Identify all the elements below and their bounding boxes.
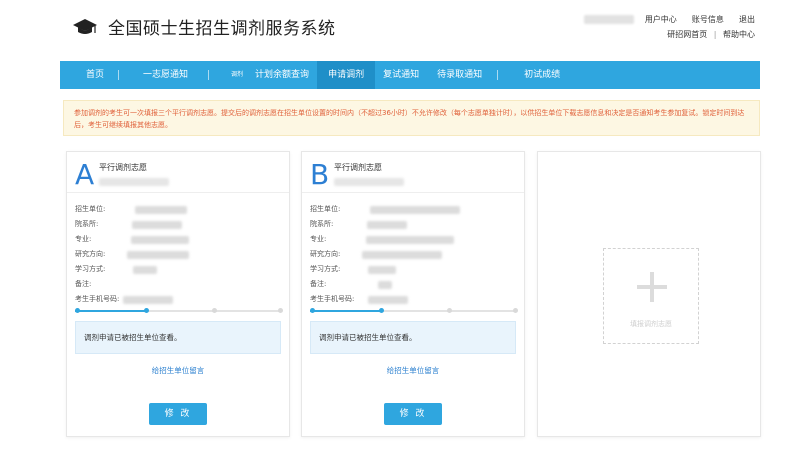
- choice-letter: A: [75, 158, 95, 191]
- field-remarks: 备注:: [310, 277, 460, 292]
- field-phone: 考生手机号码:: [75, 292, 189, 307]
- choice-card-a: A 平行调剂志愿 招生单位: 院系所: 专业: 研究方向: 学习方式: 备注: …: [66, 151, 290, 437]
- add-choice-button[interactable]: 填报调剂志愿: [603, 248, 699, 344]
- notice-banner: 参加调剂的考生可一次填报三个平行调剂志愿。提交后的调剂志愿在招生单位设置的时间内…: [63, 100, 760, 136]
- nav-retest-notice[interactable]: 复试通知: [375, 61, 429, 89]
- divider: [302, 192, 524, 193]
- choice-card-b: B 平行调剂志愿 招生单位: 院系所: 专业: 研究方向: 学习方式: 备注: …: [301, 151, 525, 437]
- info-fields: 招生单位: 院系所: 专业: 研究方向: 学习方式: 备注: 考生手机号码:: [310, 202, 461, 307]
- progress-steps: [75, 308, 283, 313]
- divider: |: [713, 30, 717, 39]
- top-links: 用户中心 账号信息 退出 研招网首页 | 帮助中心: [584, 12, 755, 42]
- field-phone: 考生手机号码:: [310, 292, 460, 307]
- account-info-link[interactable]: 账号信息: [692, 15, 724, 24]
- field-study-mode: 学习方式:: [75, 262, 189, 277]
- help-center-link[interactable]: 帮助中心: [723, 30, 755, 39]
- message-unit-link[interactable]: 给招生单位留言: [302, 365, 524, 376]
- logout-link[interactable]: 退出: [739, 15, 755, 24]
- user-center-link[interactable]: 用户中心: [645, 15, 677, 24]
- add-choice-label: 填报调剂志愿: [630, 320, 672, 328]
- nav-pending-admission-notice[interactable]: 待录取通知: [429, 61, 497, 89]
- field-research-direction: 研究方向:: [310, 247, 460, 262]
- redacted-text: [99, 178, 169, 186]
- field-research-direction: 研究方向:: [75, 247, 190, 262]
- status-message: 调剂申请已被招生单位查看。: [75, 321, 281, 354]
- message-unit-link[interactable]: 给招生单位留言: [67, 365, 289, 376]
- field-remarks: 备注:: [75, 280, 92, 288]
- card-title: 平行调剂志愿: [99, 163, 147, 172]
- yanzhao-home-link[interactable]: 研招网首页: [667, 30, 707, 39]
- edit-button[interactable]: 修 改: [149, 403, 207, 425]
- main-nav: 首页 一志愿通知 调剂 计划余额查询 申请调剂 复试通知 待录取通知 初试成绩: [60, 61, 760, 89]
- progress-steps: [310, 308, 518, 313]
- divider: [67, 192, 289, 193]
- nav-first-choice-notice[interactable]: 一志愿通知: [119, 61, 208, 89]
- field-department: 院系所:: [75, 217, 189, 232]
- status-message: 调剂申请已被招生单位查看。: [310, 321, 516, 354]
- username-redacted: [584, 15, 635, 24]
- edit-button[interactable]: 修 改: [384, 403, 442, 425]
- nav-initial-scores[interactable]: 初试成绩: [498, 61, 570, 89]
- nav-home[interactable]: 首页: [60, 61, 118, 89]
- site-title: 全国硕士生招生调剂服务系统: [108, 19, 336, 39]
- graduation-cap-icon: [73, 18, 97, 34]
- add-choice-card: 填报调剂志愿: [537, 151, 761, 437]
- field-major: 专业:: [310, 232, 460, 247]
- field-unit: 招生单位:: [75, 202, 189, 217]
- header: 全国硕士生招生调剂服务系统 用户中心 账号信息 退出 研招网首页 | 帮助中心: [0, 0, 811, 60]
- nav-apply-adjustment[interactable]: 申请调剂: [317, 61, 376, 89]
- card-title: 平行调剂志愿: [334, 163, 382, 172]
- field-study-mode: 学习方式:: [310, 262, 460, 277]
- field-department: 院系所:: [310, 217, 460, 232]
- choice-letter: B: [310, 158, 330, 191]
- field-unit: 招生单位:: [310, 202, 461, 217]
- nav-plan-balance-query[interactable]: 计划余额查询: [251, 61, 317, 89]
- redacted-text: [334, 178, 404, 186]
- nav-adjust-small[interactable]: 调剂: [209, 61, 251, 89]
- logo: 全国硕士生招生调剂服务系统: [72, 14, 336, 39]
- info-fields: 招生单位: 院系所: 专业: 研究方向: 学习方式: 备注: 考生手机号码:: [75, 202, 190, 307]
- field-major: 专业:: [75, 232, 190, 247]
